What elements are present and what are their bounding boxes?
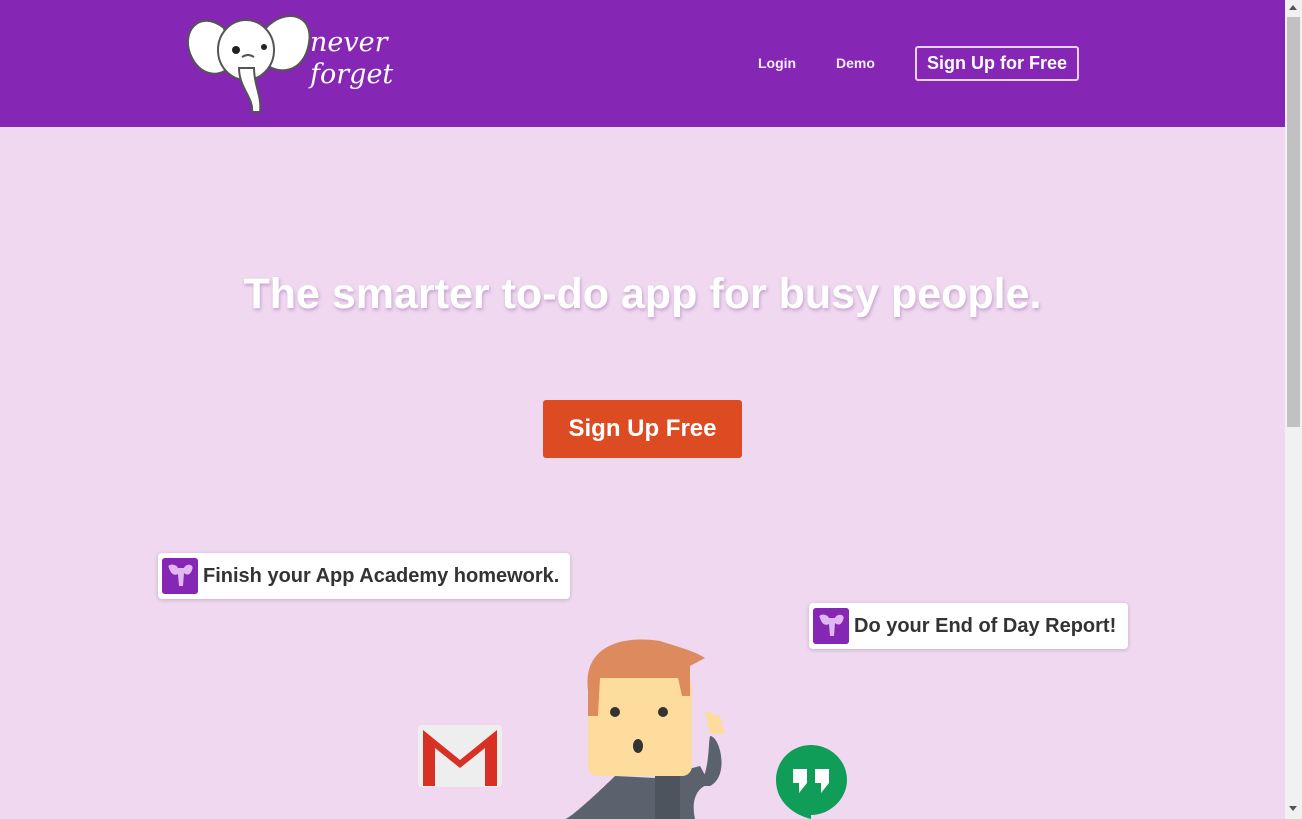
demo-link[interactable]: Demo [836,55,875,71]
scroll-up-icon[interactable] [1289,5,1297,10]
task-note-text: Do your End of Day Report! [854,615,1117,637]
hangouts-icon [776,745,847,819]
hero-title: The smarter to-do app for busy people. [243,270,1042,318]
brand-line-2: forget [310,59,394,90]
signup-free-button[interactable]: Sign Up Free [543,400,742,458]
task-note-text: Finish your App Academy homework. [203,565,560,587]
site-header: never forget Login Demo Sign Up for Free [0,0,1285,127]
login-link[interactable]: Login [758,55,796,71]
elephant-badge-icon [162,558,198,594]
gmail-icon [418,725,502,787]
task-note-1: Finish your App Academy homework. [158,553,570,599]
scroll-thumb[interactable] [1287,17,1300,427]
brand-line-1: never [310,27,388,58]
elephant-badge-icon [813,608,849,644]
scroll-down-icon[interactable] [1289,806,1297,811]
person-illustration [565,639,725,819]
vertical-scrollbar[interactable] [1285,0,1302,819]
header-signup-button[interactable]: Sign Up for Free [915,46,1079,81]
task-note-2: Do your End of Day Report! [809,603,1128,649]
